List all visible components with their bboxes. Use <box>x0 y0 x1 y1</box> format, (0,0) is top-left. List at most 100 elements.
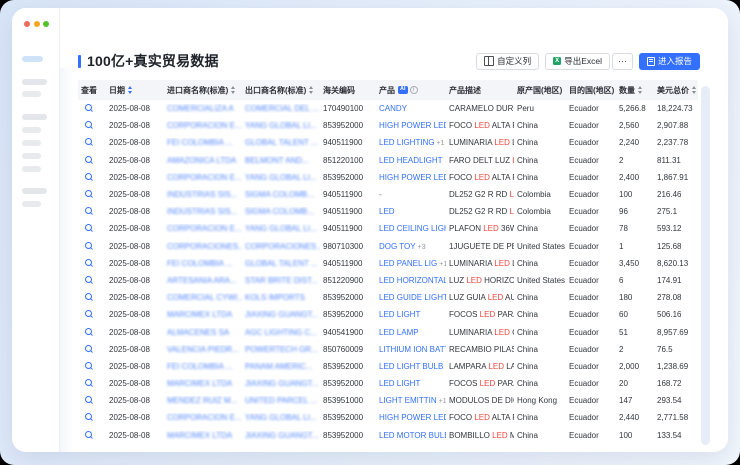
sidebar-item-active[interactable] <box>22 56 43 62</box>
exporter-link[interactable]: GLOBAL TALENT ... <box>245 259 318 268</box>
view-search-icon[interactable] <box>85 276 92 283</box>
sort-icon[interactable] <box>309 86 313 94</box>
exporter-link[interactable]: BELMONT AND... <box>245 156 309 165</box>
close-button[interactable] <box>24 21 30 27</box>
exporter-link[interactable]: GLOBAL TALENT ... <box>245 138 318 147</box>
view-search-icon[interactable] <box>85 242 92 249</box>
exporter-link[interactable]: KOLS IMPORTS <box>245 293 305 302</box>
product-link[interactable]: HIGH POWER LED F <box>379 121 446 130</box>
product-link[interactable]: LED HEADLIGHT <box>379 156 443 165</box>
importer-link[interactable]: MARCIMEX LTDA <box>167 310 232 319</box>
importer-link[interactable]: CORPORACION E... <box>167 121 242 130</box>
importer-link[interactable]: CORPORACION E... <box>167 173 242 182</box>
product-link[interactable]: LED LAMP <box>379 328 419 337</box>
view-search-icon[interactable] <box>85 104 92 111</box>
product-link[interactable]: HIGH POWER LED F <box>379 413 446 422</box>
importer-link[interactable]: VALENCIA PIEDR... <box>167 345 239 354</box>
exporter-link[interactable]: YANG GLOBAL LI... <box>245 173 317 182</box>
importer-link[interactable]: AMAZONICA LTDA <box>167 156 236 165</box>
product-link[interactable]: LED HORIZONTAL L <box>379 276 446 285</box>
importer-link[interactable]: MARCIMEX LTDA <box>167 431 232 440</box>
view-search-icon[interactable] <box>85 310 92 317</box>
column-header-3[interactable]: 出口商名称(标准) <box>242 85 320 96</box>
view-search-icon[interactable] <box>85 207 92 214</box>
exporter-link[interactable]: UNITED PARCEL ... <box>245 396 317 405</box>
sidebar-item[interactable] <box>22 201 41 207</box>
exporter-link[interactable]: SIGMA COLOMB... <box>245 190 314 199</box>
view-search-icon[interactable] <box>85 190 92 197</box>
exporter-link[interactable]: YANG GLOBAL LI... <box>245 413 317 422</box>
exporter-link[interactable]: POWERTECH GR... <box>245 345 318 354</box>
exporter-link[interactable]: AGC LIGHTING C... <box>245 328 317 337</box>
product-link[interactable]: LED LIGHTING <box>379 138 435 147</box>
exporter-link[interactable]: YANG GLOBAL LI... <box>245 121 317 130</box>
maximize-button[interactable] <box>43 21 49 27</box>
exporter-link[interactable]: SIGMA COLOMB... <box>245 207 314 216</box>
exporter-link[interactable]: COMERCIAL DEL ... <box>245 104 319 113</box>
product-link[interactable]: LED MOTOR BULB <box>379 431 446 440</box>
sort-icon[interactable] <box>692 86 696 94</box>
importer-link[interactable]: ALMACENES SA <box>167 328 229 337</box>
product-link[interactable]: DOG TOY <box>379 242 416 251</box>
view-search-icon[interactable] <box>85 362 92 369</box>
product-link[interactable]: CANDY <box>379 104 407 113</box>
view-search-icon[interactable] <box>85 224 92 231</box>
sidebar-item[interactable] <box>22 91 41 97</box>
importer-link[interactable]: MENDEZ RUIZ M... <box>167 396 237 405</box>
column-header-2[interactable]: 进口商名称(标准) <box>164 85 242 96</box>
exporter-link[interactable]: CORPORACIONES... <box>245 242 320 251</box>
product-link[interactable]: LED LIGHT <box>379 310 420 319</box>
exporter-link[interactable]: JIAXING GUANGT... <box>245 431 318 440</box>
column-header-1[interactable]: 日期 <box>106 85 164 96</box>
sidebar-item[interactable] <box>22 127 41 133</box>
product-link[interactable]: HIGH POWER LED F <box>379 173 446 182</box>
importer-link[interactable]: FEI COLOMBIA ... <box>167 259 232 268</box>
enter-report-button[interactable]: 进入报告 <box>639 53 700 70</box>
importer-link[interactable]: COMERCIALIZA A <box>167 104 234 113</box>
exporter-link[interactable]: JIAXING GUANGT... <box>245 310 318 319</box>
importer-link[interactable]: INDUSTRIAS SIS... <box>167 190 237 199</box>
importer-link[interactable]: FEI COLOMBIA ... <box>167 362 232 371</box>
product-link[interactable]: LED <box>379 207 395 216</box>
minimize-button[interactable] <box>34 21 40 27</box>
vertical-scrollbar[interactable] <box>701 86 710 445</box>
sidebar-item[interactable] <box>22 153 41 159</box>
view-search-icon[interactable] <box>85 431 92 438</box>
importer-link[interactable]: FEI COLOMBIA ... <box>167 138 232 147</box>
exporter-link[interactable]: STAR BRITE DIST... <box>245 276 318 285</box>
product-link[interactable]: LED LIGHT BULB <box>379 362 443 371</box>
info-icon[interactable]: i <box>410 86 418 94</box>
product-link[interactable]: LED CEILING LIGHT <box>379 224 446 233</box>
product-link[interactable]: LED GUIDE LIGHT T <box>379 293 446 302</box>
sort-icon[interactable] <box>638 86 642 94</box>
view-search-icon[interactable] <box>85 121 92 128</box>
view-search-icon[interactable] <box>85 259 92 266</box>
exporter-link[interactable]: PANAM AMERIC... <box>245 362 312 371</box>
product-link[interactable]: LED LIGHT <box>379 379 420 388</box>
importer-link[interactable]: CORPORACION E... <box>167 224 242 233</box>
view-search-icon[interactable] <box>85 345 92 352</box>
importer-link[interactable]: INDUSTRIAS SIS... <box>167 207 237 216</box>
sidebar-item[interactable] <box>22 140 41 146</box>
column-header-9[interactable]: 数量 <box>616 85 654 96</box>
column-header-10[interactable]: 美元总价 <box>654 85 698 96</box>
importer-link[interactable]: CORPORACION E... <box>167 413 242 422</box>
sidebar-item[interactable] <box>22 166 41 172</box>
exporter-link[interactable]: YANG GLOBAL LI... <box>245 224 317 233</box>
product-link[interactable]: LITHIUM ION BATTE <box>379 345 446 354</box>
product-link[interactable]: LED PANEL LIG <box>379 259 437 268</box>
customize-columns-button[interactable]: 自定义列 <box>476 53 539 70</box>
view-search-icon[interactable] <box>85 396 92 403</box>
exporter-link[interactable]: JIAXING GUANGT... <box>245 379 318 388</box>
importer-link[interactable]: MARCIMEX LTDA <box>167 379 232 388</box>
importer-link[interactable]: ARTESANIA ARA... <box>167 276 237 285</box>
sort-icon[interactable] <box>128 86 132 94</box>
importer-link[interactable]: CORPORACIONES... <box>167 242 242 251</box>
view-search-icon[interactable] <box>85 293 92 300</box>
view-search-icon[interactable] <box>85 328 92 335</box>
view-search-icon[interactable] <box>85 173 92 180</box>
view-search-icon[interactable] <box>85 413 92 420</box>
view-search-icon[interactable] <box>85 138 92 145</box>
product-link[interactable]: LIGHT EMITTIN <box>379 396 437 405</box>
view-search-icon[interactable] <box>85 379 92 386</box>
